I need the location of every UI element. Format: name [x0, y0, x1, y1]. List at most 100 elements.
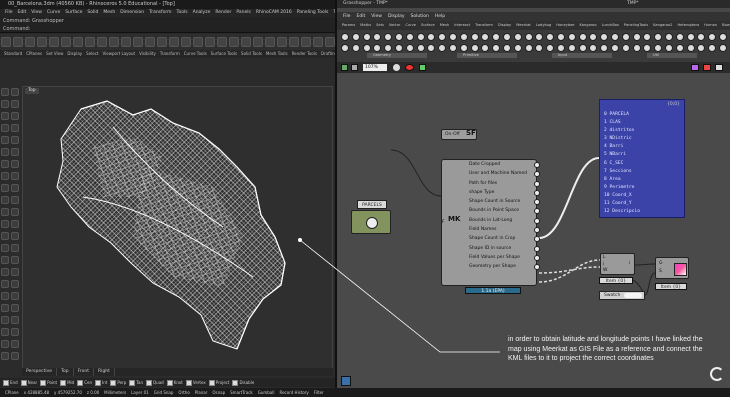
ribbon-group-util[interactable]: Util: [647, 53, 697, 58]
osnap-checkbox[interactable]: Mid: [60, 378, 74, 387]
gh-component-tab[interactable]: Surface: [421, 21, 435, 30]
rhino-menu-item[interactable]: File: [5, 9, 13, 17]
gh-component-icon[interactable]: [611, 33, 619, 41]
osnap-checkbox[interactable]: Vertex: [186, 378, 206, 387]
rhino-toolbar-tab[interactable]: Select: [86, 50, 98, 58]
gh-component-icon[interactable]: [470, 33, 479, 41]
gh-component-tab[interactable]: Meerkat: [516, 21, 531, 30]
rhino-menu-item[interactable]: Render: [215, 9, 231, 17]
gh-component-icon[interactable]: [589, 44, 598, 52]
gh-component-tab[interactable]: Bowerbird: [722, 21, 730, 30]
preview-eye-icon[interactable]: [405, 64, 414, 71]
gh-component-icon[interactable]: [697, 44, 706, 52]
rhino-side-tool-icon[interactable]: [11, 136, 19, 144]
gh-component-icon[interactable]: [686, 33, 695, 41]
gh-component-icon[interactable]: [427, 33, 436, 41]
rhino-toolbar-tab[interactable]: Surface Tools: [211, 50, 237, 58]
gh-component-tab[interactable]: Honeybee: [556, 21, 574, 30]
preview-mesh-icon[interactable]: [419, 64, 426, 71]
rhino-side-tool-icon[interactable]: [1, 136, 9, 144]
gh-component-icon[interactable]: [405, 33, 414, 41]
rhino-side-tool-icon[interactable]: [1, 184, 9, 192]
gh-component-icon[interactable]: [632, 33, 641, 41]
meerkat-output[interactable]: shape Type: [467, 188, 540, 197]
rhino-side-tool-icon[interactable]: [1, 220, 9, 228]
rhino-side-tool-icon[interactable]: [11, 328, 19, 336]
gh-component-icon[interactable]: [513, 44, 522, 52]
gh-component-icon[interactable]: [427, 44, 436, 52]
rhino-side-tool-icon[interactable]: [11, 352, 19, 360]
rhino-tool-icon[interactable]: [241, 37, 251, 47]
ribbon-group-input[interactable]: Input: [552, 53, 612, 58]
rhino-side-tool-icon[interactable]: [1, 352, 9, 360]
status-item[interactable]: SmartTrack: [230, 388, 253, 397]
gh-component-icon[interactable]: [643, 44, 652, 52]
meerkat-output[interactable]: Path for files: [467, 179, 540, 188]
gh-component-icon[interactable]: [351, 44, 360, 52]
rhino-menu-item[interactable]: Analyze: [193, 9, 211, 17]
gh-component-tab[interactable]: Sets: [376, 21, 384, 30]
rhino-toolbar-tab[interactable]: Set View: [46, 50, 63, 58]
rhino-tool-icon[interactable]: [49, 37, 59, 47]
rhino-side-tool-icon[interactable]: [1, 232, 9, 240]
status-item[interactable]: Millimeters: [104, 388, 126, 397]
status-item[interactable]: Grid Snap: [154, 388, 174, 397]
rhino-side-tool-icon[interactable]: [1, 208, 9, 216]
rhino-tool-icon[interactable]: [97, 37, 107, 47]
preview-input-s[interactable]: S: [659, 269, 662, 274]
rhino-tool-icon[interactable]: [181, 37, 191, 47]
open-file-icon[interactable]: [341, 64, 348, 71]
rhino-tool-icon[interactable]: [229, 37, 239, 47]
rhino-side-tool-icon[interactable]: [11, 184, 19, 192]
rhino-toolbar-tab[interactable]: Viewport Layout: [103, 50, 136, 58]
rhino-side-tool-icon[interactable]: [11, 232, 19, 240]
canvas-option-icon-3[interactable]: [715, 64, 723, 71]
rhino-tool-icon[interactable]: [85, 37, 95, 47]
gh-component-tab[interactable]: Heteroptera: [677, 21, 699, 30]
rhino-menu-item[interactable]: Surface: [65, 9, 82, 17]
rhino-tool-icon[interactable]: [313, 37, 323, 47]
gh-menu-item[interactable]: Edit: [357, 12, 366, 21]
osnap-checkbox[interactable]: Perp: [110, 378, 126, 387]
rhino-tool-icon[interactable]: [13, 37, 23, 47]
parcels-label[interactable]: PARCELS: [357, 200, 387, 209]
gh-component-icon[interactable]: [503, 33, 511, 41]
osnap-checkbox[interactable]: Project: [209, 378, 230, 387]
rhino-side-tool-icon[interactable]: [1, 88, 9, 96]
gh-component-icon[interactable]: [481, 33, 490, 41]
gh-component-icon[interactable]: [686, 44, 695, 52]
viewport-label[interactable]: Top: [25, 88, 39, 94]
rhino-side-tool-icon[interactable]: [1, 280, 9, 288]
gh-component-icon[interactable]: [524, 33, 533, 41]
rhino-tool-icon[interactable]: [169, 37, 179, 47]
gh-component-tab[interactable]: Maths: [360, 21, 371, 30]
rhino-toolbar-tab[interactable]: CPlanes: [26, 50, 42, 58]
canvas-option-icon[interactable]: [691, 64, 699, 71]
viewport-tab[interactable]: Perspective: [22, 368, 58, 376]
gh-component-icon[interactable]: [492, 44, 501, 52]
rhino-tool-icon[interactable]: [205, 37, 215, 47]
rhino-toolbar-tab[interactable]: Visibility: [139, 50, 156, 58]
save-file-icon[interactable]: [351, 64, 358, 71]
rhino-side-tool-icon[interactable]: [1, 196, 9, 204]
rhino-tool-icon[interactable]: [265, 37, 275, 47]
osnap-checkbox[interactable]: Near: [21, 378, 38, 387]
gh-component-icon[interactable]: [513, 33, 522, 41]
rhino-side-tool-icon[interactable]: [1, 328, 9, 336]
rhino-tool-icon[interactable]: [277, 37, 287, 47]
osnap-checkbox[interactable]: Point: [40, 378, 57, 387]
gh-component-icon[interactable]: [708, 44, 717, 52]
rhino-side-tool-icon[interactable]: [11, 160, 19, 168]
meerkat-output[interactable]: Shape ID in source: [467, 244, 540, 253]
rhino-side-tool-icon[interactable]: [1, 256, 9, 264]
meerkat-output[interactable]: Field Values per Shape: [467, 253, 540, 262]
top-viewport[interactable]: Top: [22, 86, 333, 375]
gh-component-tab[interactable]: Ladybug: [536, 21, 551, 30]
gh-component-icon[interactable]: [600, 33, 609, 41]
rhino-side-tool-icon[interactable]: [11, 340, 19, 348]
gh-component-icon[interactable]: [524, 44, 533, 52]
list-item-input-w[interactable]: W: [603, 268, 607, 273]
rhino-tool-icon[interactable]: [253, 37, 263, 47]
gh-component-icon[interactable]: [535, 44, 544, 52]
rhino-tool-icon[interactable]: [25, 37, 35, 47]
